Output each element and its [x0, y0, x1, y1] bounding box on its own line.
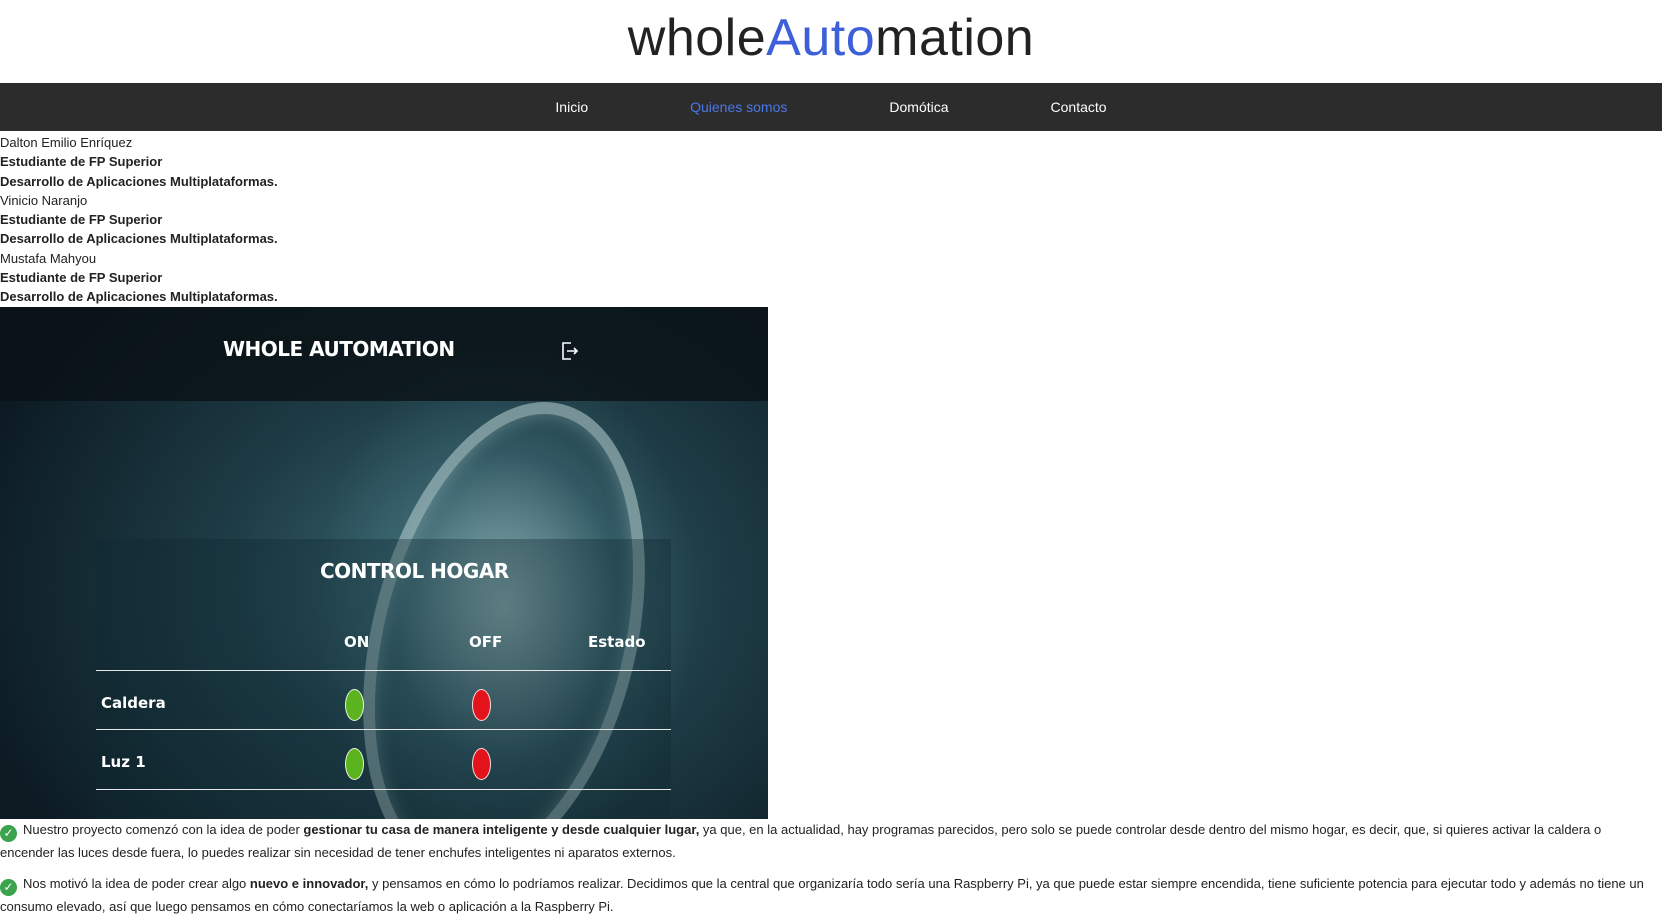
check-icon: ✓	[0, 878, 17, 896]
nav-domotica[interactable]: Domótica	[838, 83, 999, 131]
column-estado: Estado	[588, 632, 646, 651]
logo-part-1: whole	[627, 9, 767, 67]
team-member: Vinicio Naranjo Estudiante de FP Superio…	[0, 191, 1662, 249]
member-program: Desarrollo de Aplicaciones Multiplatafor…	[0, 231, 278, 247]
row-label-caldera: Caldera	[101, 693, 166, 712]
column-off: OFF	[469, 632, 503, 651]
member-name: Dalton Emilio Enríquez	[0, 135, 133, 150]
intro-paragraph: ✓ Nuestro proyecto comenzó con la idea de…	[0, 819, 1662, 863]
main-nav: Inicio Quienes somos Domótica Contacto	[0, 83, 1662, 131]
paragraph-text: Nuestro proyecto comenzó con la idea de …	[23, 821, 304, 837]
luz-off-indicator	[472, 747, 491, 780]
motivation-paragraph: ✓ Nos motivó la idea de poder crear algo …	[0, 873, 1662, 917]
team-section: Dalton Emilio Enríquez Estudiante de FP …	[0, 131, 1662, 307]
member-name: Vinicio Naranjo	[0, 192, 88, 208]
team-member: Dalton Emilio Enríquez Estudiante de FP …	[0, 133, 1662, 191]
app-title: WHOLE AUTOMATION	[223, 336, 455, 361]
table-divider	[96, 788, 671, 790]
site-logo[interactable]: wholeAutomation	[628, 0, 1034, 76]
table-divider	[96, 669, 671, 671]
caldera-off-indicator	[472, 688, 491, 721]
nav-inicio[interactable]: Inicio	[504, 83, 639, 131]
check-icon: ✓	[0, 824, 17, 842]
logo-accent: Auto	[766, 9, 876, 67]
table-divider	[96, 728, 671, 730]
logo-part-2: mation	[875, 9, 1035, 67]
app-screenshot-image: WHOLE AUTOMATION CONTROL HOGAR ON OFF Es…	[0, 306, 768, 819]
nav-contacto[interactable]: Contacto	[1000, 83, 1158, 131]
panel-title: CONTROL HOGAR	[320, 558, 509, 583]
paragraph-highlight: nuevo e innovador,	[249, 875, 369, 891]
row-label-luz-1: Luz 1	[101, 752, 146, 771]
member-role: Estudiante de FP Superior	[0, 270, 163, 286]
site-header: wholeAutomation	[0, 0, 1662, 83]
logout-icon	[562, 341, 579, 360]
team-member: Mustafa Mahyou Estudiante de FP Superior…	[0, 249, 1662, 307]
member-role: Estudiante de FP Superior	[0, 212, 163, 228]
member-program: Desarrollo de Aplicaciones Multiplatafor…	[0, 173, 278, 189]
member-role: Estudiante de FP Superior	[0, 154, 163, 170]
paragraph-highlight: gestionar tu casa de manera inteligente …	[303, 821, 700, 837]
column-on: ON	[344, 632, 370, 651]
member-program: Desarrollo de Aplicaciones Multiplatafor…	[0, 289, 278, 305]
paragraph-text: Nos motivó la idea de poder crear algo	[23, 875, 250, 891]
caldera-on-indicator	[345, 688, 364, 721]
luz-on-indicator	[345, 747, 364, 780]
member-name: Mustafa Mahyou	[0, 250, 97, 266]
nav-quienes-somos[interactable]: Quienes somos	[639, 83, 838, 131]
